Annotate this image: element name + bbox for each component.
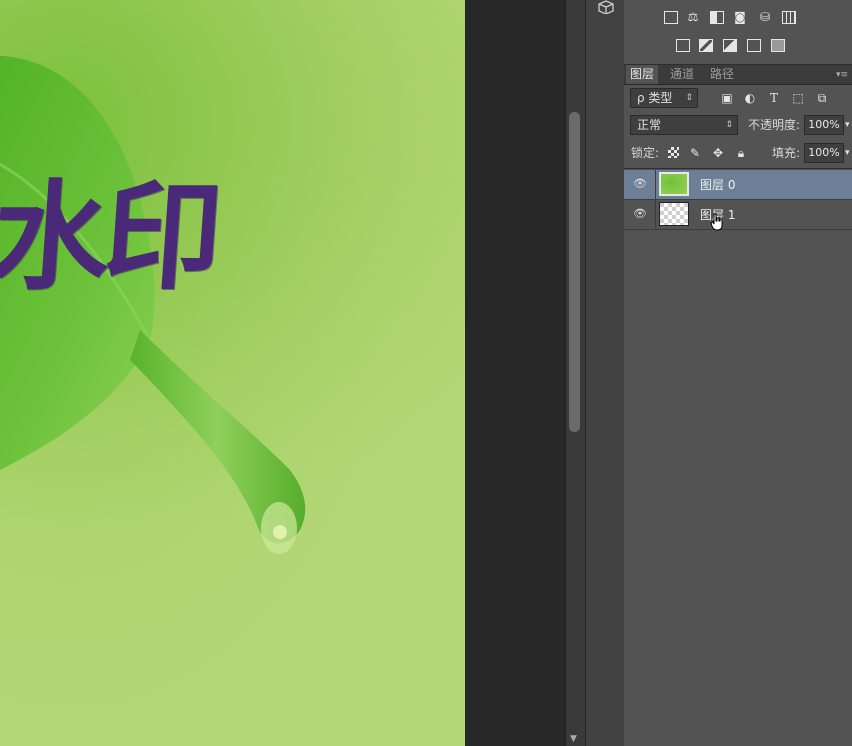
layer-thumbnail <box>659 202 689 226</box>
canvas-pasteboard <box>465 0 565 746</box>
opacity-label: 不透明度: <box>748 118 801 132</box>
levels-icon[interactable] <box>664 11 678 24</box>
gradient-map-icon[interactable] <box>747 39 761 52</box>
divider <box>655 200 656 230</box>
tab-channels[interactable]: 通道 <box>666 65 698 84</box>
bw-icon[interactable] <box>710 11 724 24</box>
filter-kind-dropdown[interactable]: ρ 类型 ⇕ <box>630 88 698 108</box>
image-filter-icon[interactable]: ▣ <box>720 91 734 105</box>
visibility-eye-icon[interactable]: 👁︎ <box>633 178 647 190</box>
filter-kind-label: ρ 类型 <box>637 91 673 105</box>
layer-row[interactable]: 👁︎ 图层 1 <box>624 200 852 231</box>
opacity-slider-arrow-icon[interactable]: ▾ <box>845 115 850 135</box>
fill-label: 填充: <box>772 146 801 160</box>
invert-icon[interactable] <box>676 39 690 52</box>
watermark-text: 水印 <box>0 168 221 306</box>
lock-position-icon[interactable]: ✥ <box>711 146 725 160</box>
color-lookup-icon[interactable] <box>782 11 796 24</box>
layer-filter-row: ρ 类型 ⇕ ▣ ◐ T ⬚ ⧉ <box>624 88 852 110</box>
3d-box-icon[interactable] <box>598 0 614 14</box>
lock-transparent-icon[interactable] <box>668 147 679 158</box>
scrollbar-thumb[interactable] <box>569 112 580 432</box>
blend-mode-value: 正常 <box>637 118 662 132</box>
blend-mode-dropdown[interactable]: 正常 ⇕ <box>630 115 738 135</box>
tab-paths[interactable]: 路径 <box>706 65 738 84</box>
smart-object-filter-icon[interactable]: ⧉ <box>815 91 829 105</box>
scroll-down-arrow-icon[interactable]: ▼ <box>570 734 577 744</box>
adjustments-panel: ⚖ ◙ ⛁ <box>624 0 852 65</box>
selective-color-icon[interactable] <box>771 39 785 52</box>
document-canvas[interactable]: 水印 <box>0 0 465 746</box>
panel-menu-icon[interactable]: ▾≡ <box>836 70 848 80</box>
dropdown-caret-icon: ⇕ <box>685 93 693 103</box>
right-panel: ⚖ ◙ ⛁ 图层 通道 路径 ▾≡ ρ 类型 ⇕ ▣ ◐ T ⬚ ⧉ 正常 ⇕ … <box>624 0 852 746</box>
fill-input[interactable]: 100% <box>804 143 844 163</box>
type-filter-icon[interactable]: T <box>767 91 781 105</box>
photo-filter-icon[interactable]: ◙ <box>733 10 747 24</box>
shape-filter-icon[interactable]: ⬚ <box>791 91 805 105</box>
layer-row[interactable]: 👁︎ 图层 0 <box>624 170 852 200</box>
hand-cursor-icon <box>710 213 723 231</box>
opacity-input[interactable]: 100% <box>804 115 844 135</box>
tab-layers[interactable]: 图层 <box>626 65 659 84</box>
posterize-icon[interactable] <box>699 39 713 52</box>
vertical-scrollbar[interactable]: ▼ <box>565 0 585 746</box>
panel-icon-strip <box>585 0 625 746</box>
divider <box>655 170 656 200</box>
lock-all-icon[interactable]: 🔒︎ <box>734 146 748 160</box>
balance-icon[interactable]: ⚖ <box>686 10 700 24</box>
blend-row: 正常 ⇕ 不透明度: 100% ▾ <box>624 115 852 137</box>
threshold-icon[interactable] <box>723 39 737 52</box>
lock-label: 锁定: <box>631 146 660 160</box>
dropdown-caret-icon: ⇕ <box>725 120 733 130</box>
divider <box>624 168 852 169</box>
adjustment-filter-icon[interactable]: ◐ <box>743 91 757 105</box>
lock-paint-icon[interactable]: ✎ <box>688 146 702 160</box>
fill-slider-arrow-icon[interactable]: ▾ <box>845 143 850 163</box>
layers-panel-tabs: 图层 通道 路径 ▾≡ <box>624 65 852 85</box>
layer-name[interactable]: 图层 0 <box>700 170 735 200</box>
visibility-eye-icon[interactable]: 👁︎ <box>633 208 647 220</box>
lock-row: 锁定: ✎ ✥ 🔒︎ 填充: 100% ▾ <box>624 143 852 165</box>
leaf-illustration <box>0 0 465 746</box>
channel-mixer-icon[interactable]: ⛁ <box>758 10 772 24</box>
layer-thumbnail <box>659 172 689 196</box>
